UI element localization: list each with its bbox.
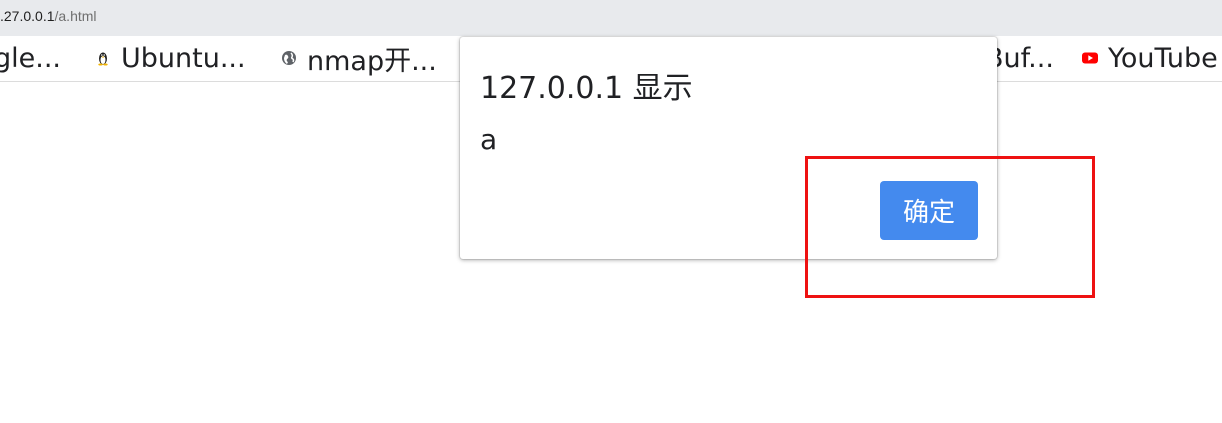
- bookmark-google[interactable]: gle...: [0, 42, 61, 74]
- bookmark-nmap[interactable]: nmap开...: [281, 42, 437, 77]
- address-bar[interactable]: .27.0.0.1/a.html: [0, 0, 1222, 36]
- bookmark-label: Ubuntu...: [121, 42, 246, 74]
- alert-dialog: 127.0.0.1 显示 a 确定: [460, 37, 997, 259]
- bookmark-label: gle...: [0, 42, 61, 74]
- bookmark-label: nmap开...: [307, 45, 437, 77]
- bookmark-ubuntu[interactable]: Ubuntu...: [95, 42, 246, 74]
- bookmark-label: YouTube: [1108, 42, 1218, 74]
- penguin-icon: [95, 50, 111, 66]
- browser-window: .27.0.0.1/a.html gle... Ubuntu... nmap开.…: [0, 0, 1222, 423]
- dialog-message: a: [480, 123, 498, 156]
- bookmark-youtube[interactable]: YouTube: [1082, 42, 1218, 74]
- youtube-icon: [1082, 50, 1098, 66]
- dialog-title: 127.0.0.1 显示: [480, 71, 693, 106]
- ok-button[interactable]: 确定: [880, 181, 978, 240]
- url-path: /a.html: [54, 8, 97, 24]
- globe-icon: [281, 50, 297, 66]
- url-host: .27.0.0.1: [0, 8, 55, 24]
- url-text[interactable]: .27.0.0.1/a.html: [0, 8, 97, 24]
